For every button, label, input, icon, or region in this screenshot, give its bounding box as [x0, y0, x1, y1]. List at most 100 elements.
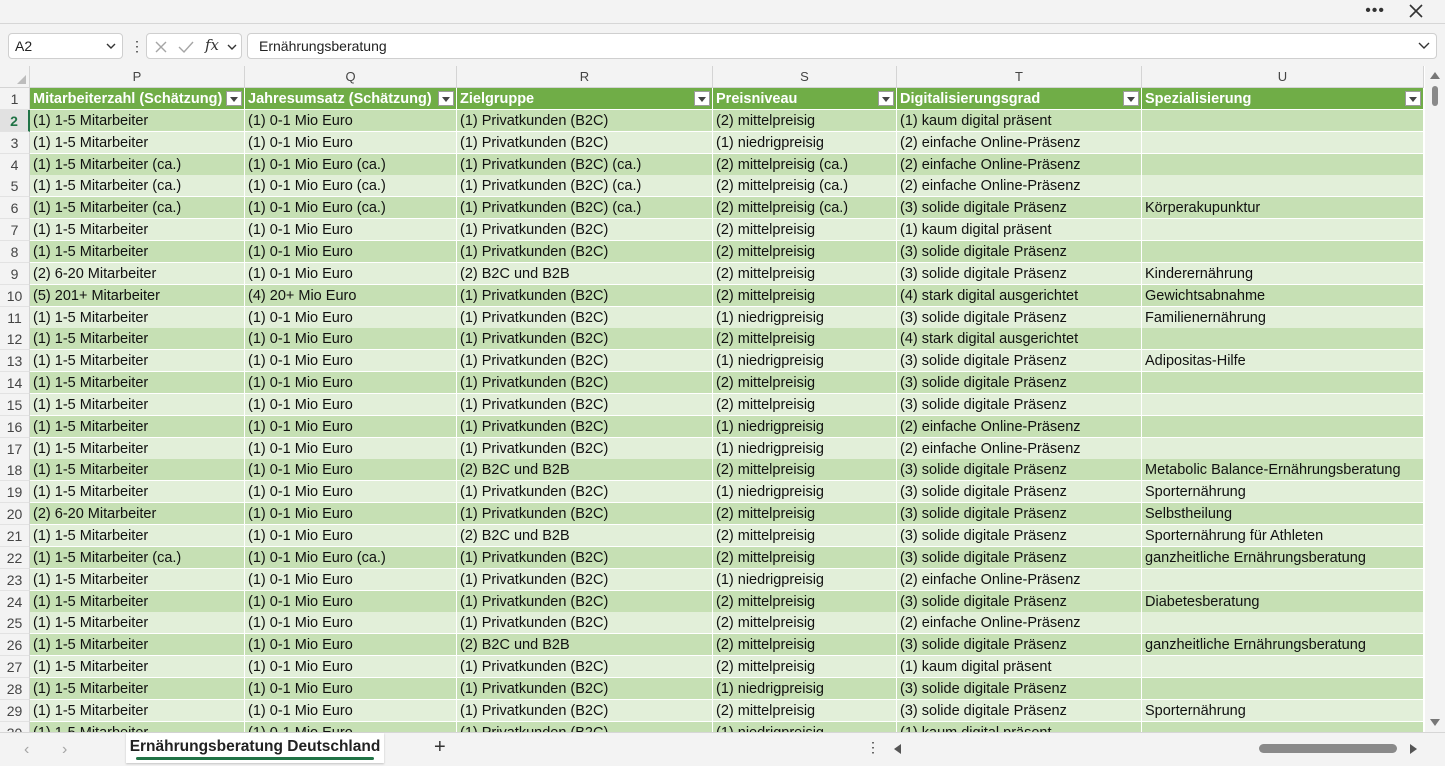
table-cell[interactable]: (1) 0-1 Mio Euro: [245, 350, 457, 373]
row-header[interactable]: 2: [0, 109, 30, 132]
table-cell[interactable]: (2) mittelpreisig: [713, 525, 897, 547]
row-header[interactable]: 23: [0, 568, 30, 591]
column-header-p[interactable]: P: [30, 66, 245, 88]
chevron-down-icon[interactable]: [227, 43, 237, 51]
row-header[interactable]: 15: [0, 393, 30, 416]
column-header-t[interactable]: T: [897, 66, 1142, 88]
table-cell[interactable]: (1) kaum digital präsent: [897, 656, 1142, 679]
table-cell[interactable]: (2) mittelpreisig: [713, 240, 897, 263]
table-cell[interactable]: (3) solide digitale Präsenz: [897, 699, 1142, 722]
table-cell[interactable]: (1) 0-1 Mio Euro: [245, 109, 457, 132]
table-cell[interactable]: (1) 1-5 Mitarbeiter: [30, 415, 245, 438]
table-cell[interactable]: (2) mittelpreisig: [713, 634, 897, 657]
table-cell[interactable]: Sporternährung: [1142, 699, 1424, 722]
table-cell[interactable]: (1) 0-1 Mio Euro (ca.): [245, 546, 457, 569]
table-cell[interactable]: (2) B2C und B2B: [457, 262, 713, 285]
confirm-icon[interactable]: [177, 39, 195, 55]
table-cell[interactable]: (1) 1-5 Mitarbeiter: [30, 677, 245, 700]
table-cell[interactable]: (1) 1-5 Mitarbeiter: [30, 721, 245, 732]
table-cell[interactable]: (1) 0-1 Mio Euro: [245, 656, 457, 679]
row-header[interactable]: 18: [0, 459, 30, 482]
row-header[interactable]: 30: [0, 721, 30, 732]
table-cell[interactable]: (3) solide digitale Präsenz: [897, 459, 1142, 482]
table-cell[interactable]: (1) 0-1 Mio Euro: [245, 459, 457, 482]
table-cell[interactable]: (2) mittelpreisig: [713, 503, 897, 526]
table-cell[interactable]: (2) einfache Online-Präsenz: [897, 153, 1142, 176]
table-cell[interactable]: (1) Privatkunden (B2C): [457, 437, 713, 460]
vertical-scroll-thumb[interactable]: [1432, 86, 1438, 106]
table-cell[interactable]: (1) 0-1 Mio Euro: [245, 393, 457, 416]
row-header[interactable]: 21: [0, 525, 30, 547]
table-cell[interactable]: (1) 0-1 Mio Euro: [245, 612, 457, 635]
insert-function-icon[interactable]: fx: [205, 36, 219, 54]
chevron-down-icon[interactable]: [106, 42, 116, 50]
table-cell[interactable]: (3) solide digitale Präsenz: [897, 634, 1142, 657]
table-cell[interactable]: (3) solide digitale Präsenz: [897, 525, 1142, 547]
table-cell[interactable]: (1) Privatkunden (B2C): [457, 131, 713, 154]
table-cell[interactable]: (2) mittelpreisig: [713, 284, 897, 307]
table-cell[interactable]: (1) 0-1 Mio Euro: [245, 699, 457, 722]
table-cell[interactable]: (1) Privatkunden (B2C): [457, 372, 713, 395]
table-cell[interactable]: [1142, 612, 1424, 635]
table-cell[interactable]: (1) 0-1 Mio Euro: [245, 415, 457, 438]
table-cell[interactable]: (3) solide digitale Präsenz: [897, 306, 1142, 329]
table-cell[interactable]: (1) 1-5 Mitarbeiter (ca.): [30, 546, 245, 569]
table-header-cell[interactable]: Preisniveau: [713, 88, 897, 110]
table-cell[interactable]: (1) Privatkunden (B2C): [457, 350, 713, 373]
table-cell[interactable]: (2) mittelpreisig: [713, 590, 897, 613]
table-cell[interactable]: (1) niedrigpreisig: [713, 481, 897, 504]
table-cell[interactable]: [1142, 131, 1424, 154]
table-cell[interactable]: (1) Privatkunden (B2C): [457, 219, 713, 242]
table-cell[interactable]: (2) 6-20 Mitarbeiter: [30, 503, 245, 526]
table-cell[interactable]: (1) niedrigpreisig: [713, 306, 897, 329]
table-cell[interactable]: (1) 1-5 Mitarbeiter (ca.): [30, 197, 245, 220]
table-cell[interactable]: (4) stark digital ausgerichtet: [897, 328, 1142, 351]
filter-dropdown-icon[interactable]: [226, 91, 242, 106]
table-cell[interactable]: Metabolic Balance-Ernährungsberatung: [1142, 459, 1424, 482]
table-cell[interactable]: (1) kaum digital präsent: [897, 721, 1142, 732]
table-cell[interactable]: [1142, 656, 1424, 679]
table-cell[interactable]: (1) 0-1 Mio Euro: [245, 306, 457, 329]
table-header-cell[interactable]: Zielgruppe: [457, 88, 713, 110]
table-cell[interactable]: (1) 0-1 Mio Euro: [245, 328, 457, 351]
formula-input[interactable]: Ernährungsberatung: [247, 33, 1437, 59]
table-cell[interactable]: [1142, 568, 1424, 591]
row-header[interactable]: 16: [0, 415, 30, 438]
table-cell[interactable]: (2) B2C und B2B: [457, 459, 713, 482]
table-cell[interactable]: (2) einfache Online-Präsenz: [897, 175, 1142, 198]
table-cell[interactable]: (1) 1-5 Mitarbeiter: [30, 372, 245, 395]
table-cell[interactable]: (1) 1-5 Mitarbeiter: [30, 328, 245, 351]
table-cell[interactable]: (2) mittelpreisig (ca.): [713, 197, 897, 220]
table-cell[interactable]: [1142, 219, 1424, 242]
table-cell[interactable]: (1) 1-5 Mitarbeiter (ca.): [30, 175, 245, 198]
table-cell[interactable]: (1) 0-1 Mio Euro: [245, 131, 457, 154]
formula-bar-options-icon[interactable]: ⋮: [130, 36, 144, 56]
table-cell[interactable]: [1142, 677, 1424, 700]
table-cell[interactable]: (1) Privatkunden (B2C): [457, 328, 713, 351]
spreadsheet-grid[interactable]: P Q R S T U 1 Mitarbeiterzahl (Schätzung) Jahres…: [0, 66, 1425, 732]
table-cell[interactable]: (1) 0-1 Mio Euro (ca.): [245, 197, 457, 220]
table-cell[interactable]: (1) 0-1 Mio Euro: [245, 481, 457, 504]
table-cell[interactable]: (1) 1-5 Mitarbeiter: [30, 109, 245, 132]
table-cell[interactable]: (1) Privatkunden (B2C) (ca.): [457, 153, 713, 176]
table-cell[interactable]: (1) 0-1 Mio Euro: [245, 437, 457, 460]
table-cell[interactable]: (1) niedrigpreisig: [713, 131, 897, 154]
table-cell[interactable]: (1) Privatkunden (B2C): [457, 415, 713, 438]
table-cell[interactable]: Körperakupunktur: [1142, 197, 1424, 220]
table-cell[interactable]: (2) einfache Online-Präsenz: [897, 415, 1142, 438]
row-header[interactable]: 11: [0, 306, 30, 329]
table-cell[interactable]: (2) mittelpreisig: [713, 109, 897, 132]
table-cell[interactable]: (2) mittelpreisig: [713, 393, 897, 416]
table-cell[interactable]: (2) mittelpreisig: [713, 372, 897, 395]
table-cell[interactable]: (3) solide digitale Präsenz: [897, 546, 1142, 569]
table-cell[interactable]: [1142, 153, 1424, 176]
table-cell[interactable]: (1) Privatkunden (B2C): [457, 240, 713, 263]
table-cell[interactable]: (1) 1-5 Mitarbeiter: [30, 350, 245, 373]
row-header[interactable]: 1: [0, 88, 30, 110]
scroll-left-icon[interactable]: [894, 744, 901, 754]
row-header[interactable]: 29: [0, 699, 30, 722]
table-cell[interactable]: (3) solide digitale Präsenz: [897, 677, 1142, 700]
table-cell[interactable]: (1) 0-1 Mio Euro: [245, 677, 457, 700]
table-cell[interactable]: (1) Privatkunden (B2C): [457, 546, 713, 569]
row-header[interactable]: 7: [0, 219, 30, 242]
